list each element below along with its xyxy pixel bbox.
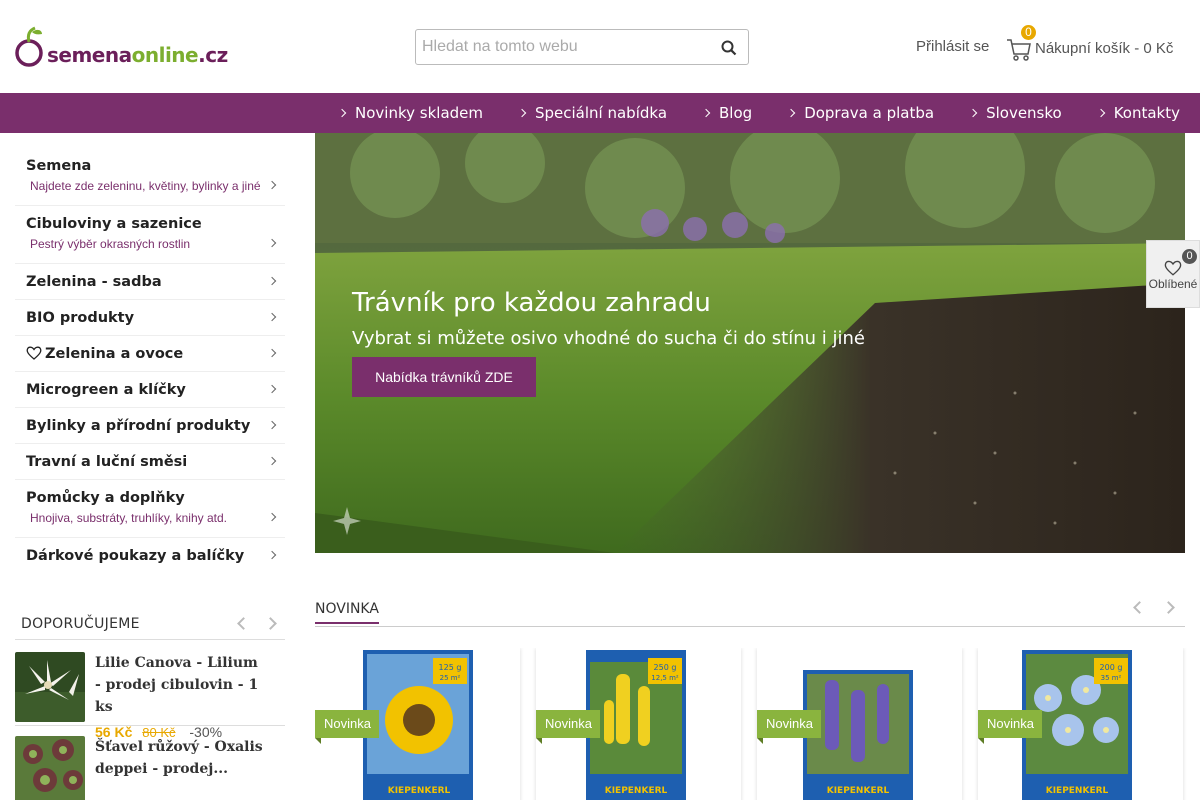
product-card[interactable]: 200 g 35 m² KIEPENKERL Novinka	[978, 648, 1183, 800]
favorites-widget[interactable]: 0 Oblíbené	[1146, 240, 1200, 308]
pack-brand-label: KIEPENKERL	[605, 786, 668, 796]
novinka-badge: Novinka	[536, 710, 600, 744]
product-image-lily	[15, 652, 85, 722]
next-arrow-icon[interactable]	[264, 617, 277, 630]
site-header: semenaonline.cz Přihlásit se 0 Nákupní k…	[0, 0, 1200, 93]
chevron-right-icon	[517, 108, 527, 118]
novinka-badge: Novinka	[757, 710, 821, 744]
pack-brand-label: KIEPENKERL	[827, 786, 890, 796]
category-travni-smesi[interactable]: Travní a luční směsi	[15, 444, 285, 480]
category-bylinky[interactable]: Bylinky a přírodní produkty	[15, 408, 285, 444]
next-arrow-icon[interactable]	[1162, 601, 1175, 614]
pack-brand-label: KIEPENKERL	[388, 786, 451, 796]
chevron-right-icon	[701, 108, 711, 118]
novinka-header: NOVINKA	[315, 597, 1185, 627]
product-image-oxalis	[15, 736, 85, 800]
nav-item-blog[interactable]: Blog	[701, 104, 752, 122]
nav-item-novinky[interactable]: Novinky skladem	[337, 104, 483, 122]
search-input[interactable]	[416, 30, 706, 64]
product-card[interactable]: 125 g 25 m² KIEPENKERL Novinka	[315, 648, 520, 800]
category-bio[interactable]: BIO produkty	[15, 300, 285, 336]
pack-weight-label: 125 g	[439, 663, 462, 672]
chevron-right-icon	[786, 108, 796, 118]
novinka-title: NOVINKA	[315, 601, 379, 624]
category-title: Cibuloviny a sazenice	[26, 216, 202, 232]
heart-icon	[26, 346, 42, 360]
category-title: Travní a luční směsi	[26, 454, 188, 470]
category-title: Zelenina - sadba	[26, 274, 162, 290]
recommend-item-name[interactable]: Šťavel růžový - Oxalis deppei - prodej..…	[95, 736, 265, 780]
favorites-label: Oblíbené	[1148, 277, 1198, 291]
logo-text: semenaonline.cz	[47, 43, 228, 67]
recommend-title: DOPORUČUJEME	[21, 615, 140, 632]
category-title: Zelenina a ovoce	[26, 346, 274, 362]
search-box	[415, 29, 749, 65]
hero-cta-button[interactable]: Nabídka trávníků ZDE	[352, 357, 536, 397]
hero-subtitle: Vybrat si můžete osivo vhodné do sucha č…	[352, 328, 865, 349]
category-title: Bylinky a přírodní produkty	[26, 418, 251, 434]
pack-weight-label: 200 g	[1100, 663, 1123, 672]
main-nav: Novinky skladem Speciální nabídka Blog D…	[0, 93, 1200, 133]
cart-icon: 0	[1005, 25, 1036, 62]
nav-item-specialni-nabidka[interactable]: Speciální nabídka	[517, 104, 667, 122]
product-card[interactable]: 250 g 12,5 m² KIEPENKERL Novinka	[536, 648, 741, 800]
category-cibuloviny[interactable]: Cibuloviny a sazenice Pestrý výběr okras…	[15, 206, 285, 264]
pack-area-label: 35 m²	[1101, 674, 1122, 682]
recommend-header: DOPORUČUJEME	[15, 608, 285, 640]
login-link[interactable]: Přihlásit se	[916, 38, 989, 55]
product-image-sunflower: 125 g 25 m² KIEPENKERL	[363, 650, 473, 800]
category-title: Dárkové poukazy a balíčky	[26, 548, 245, 564]
cart-label: Nákupní košík - 0 Kč	[1035, 39, 1174, 57]
novinka-badge: Novinka	[315, 710, 379, 744]
category-darkove-poukazy[interactable]: Dárkové poukazy a balíčky	[15, 538, 285, 574]
novinka-products: 125 g 25 m² KIEPENKERL Novinka 250 g 12,…	[315, 648, 1200, 800]
pack-area-label: 12,5 m²	[651, 674, 679, 682]
category-subtitle: Pestrý výběr okrasných rostlin	[30, 237, 191, 251]
seed-logo-icon	[15, 26, 43, 67]
hero-title: Trávník pro každou zahradu	[352, 288, 711, 318]
recommend-item[interactable]: Šťavel růžový - Oxalis deppei - prodej..…	[15, 726, 285, 800]
search-icon[interactable]	[720, 39, 738, 57]
category-pomucky[interactable]: Pomůcky a doplňky Hnojiva, substráty, tr…	[15, 480, 285, 538]
pack-area-label: 25 m²	[440, 674, 461, 682]
category-title: Pomůcky a doplňky	[26, 490, 185, 506]
category-zelenina-ovoce[interactable]: Zelenina a ovoce	[15, 336, 285, 372]
pack-brand-label: KIEPENKERL	[1046, 786, 1109, 796]
chevron-right-icon	[337, 108, 347, 118]
heart-icon	[1164, 260, 1182, 276]
category-sidebar: Semena Najdete zde zeleninu, květiny, by…	[15, 148, 285, 574]
chevron-right-icon	[968, 108, 978, 118]
category-microgreen[interactable]: Microgreen a klíčky	[15, 372, 285, 408]
recommend-section: DOPORUČUJEME Lilie Canova - Lilium - pro…	[15, 608, 285, 800]
site-logo[interactable]: semenaonline.cz	[15, 26, 228, 68]
recommend-item-name[interactable]: Lilie Canova - Lilium - prodej cibulovin…	[95, 652, 265, 718]
category-zelenina-sadba[interactable]: Zelenina - sadba	[15, 264, 285, 300]
category-title: Semena	[26, 158, 92, 174]
nav-item-slovensko[interactable]: Slovensko	[968, 104, 1062, 122]
category-subtitle: Hnojiva, substráty, truhlíky, knihy atd.	[30, 511, 227, 525]
category-title: Microgreen a klíčky	[26, 382, 186, 398]
nav-item-doprava[interactable]: Doprava a platba	[786, 104, 934, 122]
product-image-lupine-yellow: 250 g 12,5 m² KIEPENKERL	[586, 650, 686, 800]
pack-weight-label: 250 g	[654, 663, 677, 672]
cart-link[interactable]: 0 Nákupní košík - 0 Kč	[1005, 25, 1174, 62]
cart-count-badge: 0	[1021, 25, 1036, 40]
novinka-badge: Novinka	[978, 710, 1042, 744]
prev-arrow-icon[interactable]	[1133, 601, 1146, 614]
favorites-count-badge: 0	[1182, 249, 1197, 264]
category-semena[interactable]: Semena Najdete zde zeleninu, květiny, by…	[15, 148, 285, 206]
nav-item-kontakty[interactable]: Kontakty	[1096, 104, 1180, 122]
hero-banner[interactable]: Trávník pro každou zahradu Vybrat si můž…	[315, 133, 1185, 553]
prev-arrow-icon[interactable]	[237, 617, 250, 630]
category-subtitle: Najdete zde zeleninu, květiny, bylinky a…	[30, 179, 261, 193]
chevron-right-icon	[1096, 108, 1105, 118]
recommend-item[interactable]: Lilie Canova - Lilium - prodej cibulovin…	[15, 640, 285, 740]
category-title: BIO produkty	[26, 310, 135, 326]
product-card[interactable]: KIEPENKERL Novinka	[757, 648, 962, 800]
